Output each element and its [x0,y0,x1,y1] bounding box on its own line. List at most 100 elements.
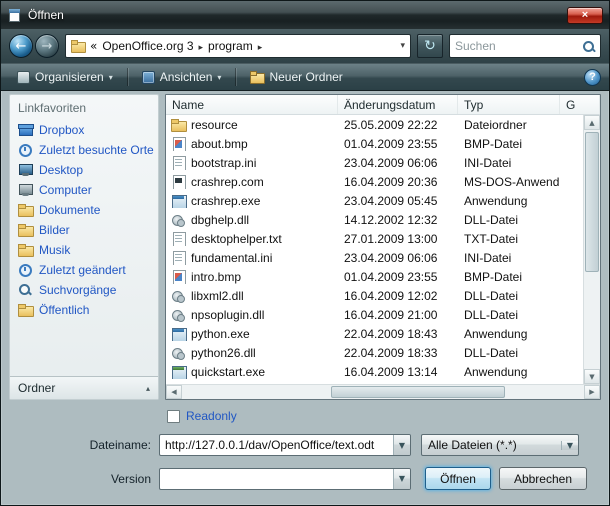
new-folder-button[interactable]: Neuer Ordner [242,67,350,87]
forward-button[interactable]: → [35,34,59,58]
file-name: crashrep.com [191,175,264,189]
file-date: 27.01.2009 13:00 [338,232,458,246]
file-date: 14.12.2002 12:32 [338,213,458,227]
version-dropdown-icon[interactable]: ▼ [393,469,410,489]
version-input[interactable] [160,469,393,489]
back-button[interactable]: ← [9,34,33,58]
sidebar-item-desktop[interactable]: Desktop [10,160,158,180]
readonly-checkbox[interactable] [167,410,180,423]
file-row[interactable]: libxml2.dll 16.04.2009 12:02 DLL-Datei [166,286,583,305]
search-icon[interactable] [582,40,595,53]
horizontal-scrollbar-thumb[interactable] [331,386,505,398]
file-row[interactable]: bootstrap.ini 23.04.2009 06:06 INI-Datei [166,153,583,172]
vertical-scrollbar[interactable]: ▲ ▼ [583,115,600,384]
file-row[interactable]: quickstart.exe 16.04.2009 13:14 Anwendun… [166,362,583,381]
file-type: BMP-Datei [458,137,560,151]
column-header-type[interactable]: Typ [458,95,560,114]
file-name: bootstrap.ini [191,156,256,170]
file-row[interactable]: dbghelp.dll 14.12.2002 12:32 DLL-Datei [166,210,583,229]
folder-icon [18,223,33,237]
file-row[interactable]: fundamental.ini 23.04.2009 06:06 INI-Dat… [166,248,583,267]
breadcrumb[interactable]: « OpenOffice.org 3 program ▾ [65,34,411,58]
version-combobox[interactable]: ▼ [159,468,411,490]
filetype-dropdown-icon[interactable]: ▼ [561,441,578,450]
file-row[interactable]: python26.dll 22.04.2009 18:33 DLL-Datei [166,343,583,362]
chevron-right-icon[interactable] [199,39,204,53]
cancel-button[interactable]: Abbrechen [499,467,587,490]
sidebar-item-dokumente[interactable]: Dokumente [10,200,158,220]
organize-button[interactable]: Organisieren ▾ [9,67,121,87]
open-file-dialog: Öffnen × ← → « OpenOffice.org 3 program … [0,0,610,506]
sidebar-item-label: Computer [39,183,92,197]
file-row[interactable]: python.exe 22.04.2009 18:43 Anwendung [166,324,583,343]
filename-combobox[interactable]: ▼ [159,434,411,456]
scroll-up-icon[interactable]: ▲ [584,115,600,130]
dll-file-icon [171,308,186,322]
organize-label: Organisieren [35,70,104,84]
close-button[interactable]: × [567,7,603,24]
refresh-button[interactable]: ↻ [417,34,443,58]
folders-toggle[interactable]: Ordner ▴ [10,376,158,399]
favorites-header: Linkfavoriten [10,95,158,120]
filetype-value: Alle Dateien (*.*) [422,438,561,452]
vertical-scrollbar-thumb[interactable] [585,132,599,272]
file-row[interactable]: desktophelper.txt 27.01.2009 13:00 TXT-D… [166,229,583,248]
desktop-icon [18,163,33,177]
breadcrumb-item-openoffice[interactable]: OpenOffice.org 3 [102,39,193,53]
breadcrumb-overflow-chevron[interactable]: « [90,39,97,53]
sidebar-item-label: Dropbox [39,123,84,137]
file-date: 22.04.2009 18:33 [338,346,458,360]
sidebar-item-suchvorg-nge[interactable]: Suchvorgänge [10,280,158,300]
sidebar-item-bilder[interactable]: Bilder [10,220,158,240]
readonly-row: Readonly [167,409,609,423]
views-icon [142,71,155,84]
version-row: Version ▼ Öffnen Abbrechen [1,467,609,490]
horizontal-scrollbar[interactable]: ◀ ▶ [166,384,600,399]
app-file-icon [171,194,186,208]
title-bar[interactable]: Öffnen × [1,1,609,29]
sidebar-item-dropbox[interactable]: Dropbox [10,120,158,140]
search-box[interactable] [449,34,601,58]
filename-row: Dateiname: ▼ Alle Dateien (*.*) ▼ [1,434,609,456]
scroll-down-icon[interactable]: ▼ [584,369,600,384]
column-header-size[interactable]: G [560,95,600,114]
breadcrumb-dropdown-icon[interactable]: ▾ [400,41,405,51]
file-date: 23.04.2009 06:06 [338,156,458,170]
filetype-select[interactable]: Alle Dateien (*.*) ▼ [421,434,579,456]
file-row[interactable]: crashrep.com 16.04.2009 20:36 MS-DOS-Anw… [166,172,583,191]
folder-icon [18,243,33,257]
file-type: INI-Datei [458,251,560,265]
open-button[interactable]: Öffnen [425,467,491,490]
scroll-right-icon[interactable]: ▶ [584,385,600,399]
file-name: dbghelp.dll [191,213,249,227]
toolbar-separator [235,68,236,86]
filename-input[interactable] [160,435,393,455]
filename-dropdown-icon[interactable]: ▼ [393,435,410,455]
version-label: Version [1,472,159,486]
help-button[interactable]: ? [584,69,601,86]
file-row[interactable]: npsoplugin.dll 16.04.2009 21:00 DLL-Date… [166,305,583,324]
sidebar-item--ffentlich[interactable]: Öffentlich [10,300,158,320]
search-input[interactable] [455,39,573,53]
sidebar-item-computer[interactable]: Computer [10,180,158,200]
chevron-right-icon[interactable] [258,39,263,53]
ini-file-icon [171,251,186,265]
file-row[interactable]: resource 25.05.2009 22:22 Dateiordner [166,115,583,134]
chevron-down-icon: ▾ [217,73,221,82]
breadcrumb-item-program[interactable]: program [208,39,253,53]
readonly-label[interactable]: Readonly [186,409,237,423]
folder-icon [18,303,33,317]
sidebar-item-zuletzt-ge-ndert[interactable]: Zuletzt geändert [10,260,158,280]
file-row[interactable]: crashrep.exe 23.04.2009 05:45 Anwendung [166,191,583,210]
column-header-name[interactable]: Name [166,95,338,114]
file-type: BMP-Datei [458,270,560,284]
sidebar-item-musik[interactable]: Musik [10,240,158,260]
file-row[interactable]: intro.bmp 01.04.2009 23:55 BMP-Datei [166,267,583,286]
file-list-pane: Name Änderungsdatum Typ G resource 25.05… [165,94,601,400]
file-row[interactable]: about.bmp 01.04.2009 23:55 BMP-Datei [166,134,583,153]
file-list-body: resource 25.05.2009 22:22 Dateiordner ab… [166,115,583,384]
views-button[interactable]: Ansichten ▾ [134,67,230,87]
scroll-left-icon[interactable]: ◀ [166,385,182,399]
column-header-date[interactable]: Änderungsdatum [338,95,458,114]
sidebar-item-zuletzt-besuchte-orte[interactable]: Zuletzt besuchte Orte [10,140,158,160]
